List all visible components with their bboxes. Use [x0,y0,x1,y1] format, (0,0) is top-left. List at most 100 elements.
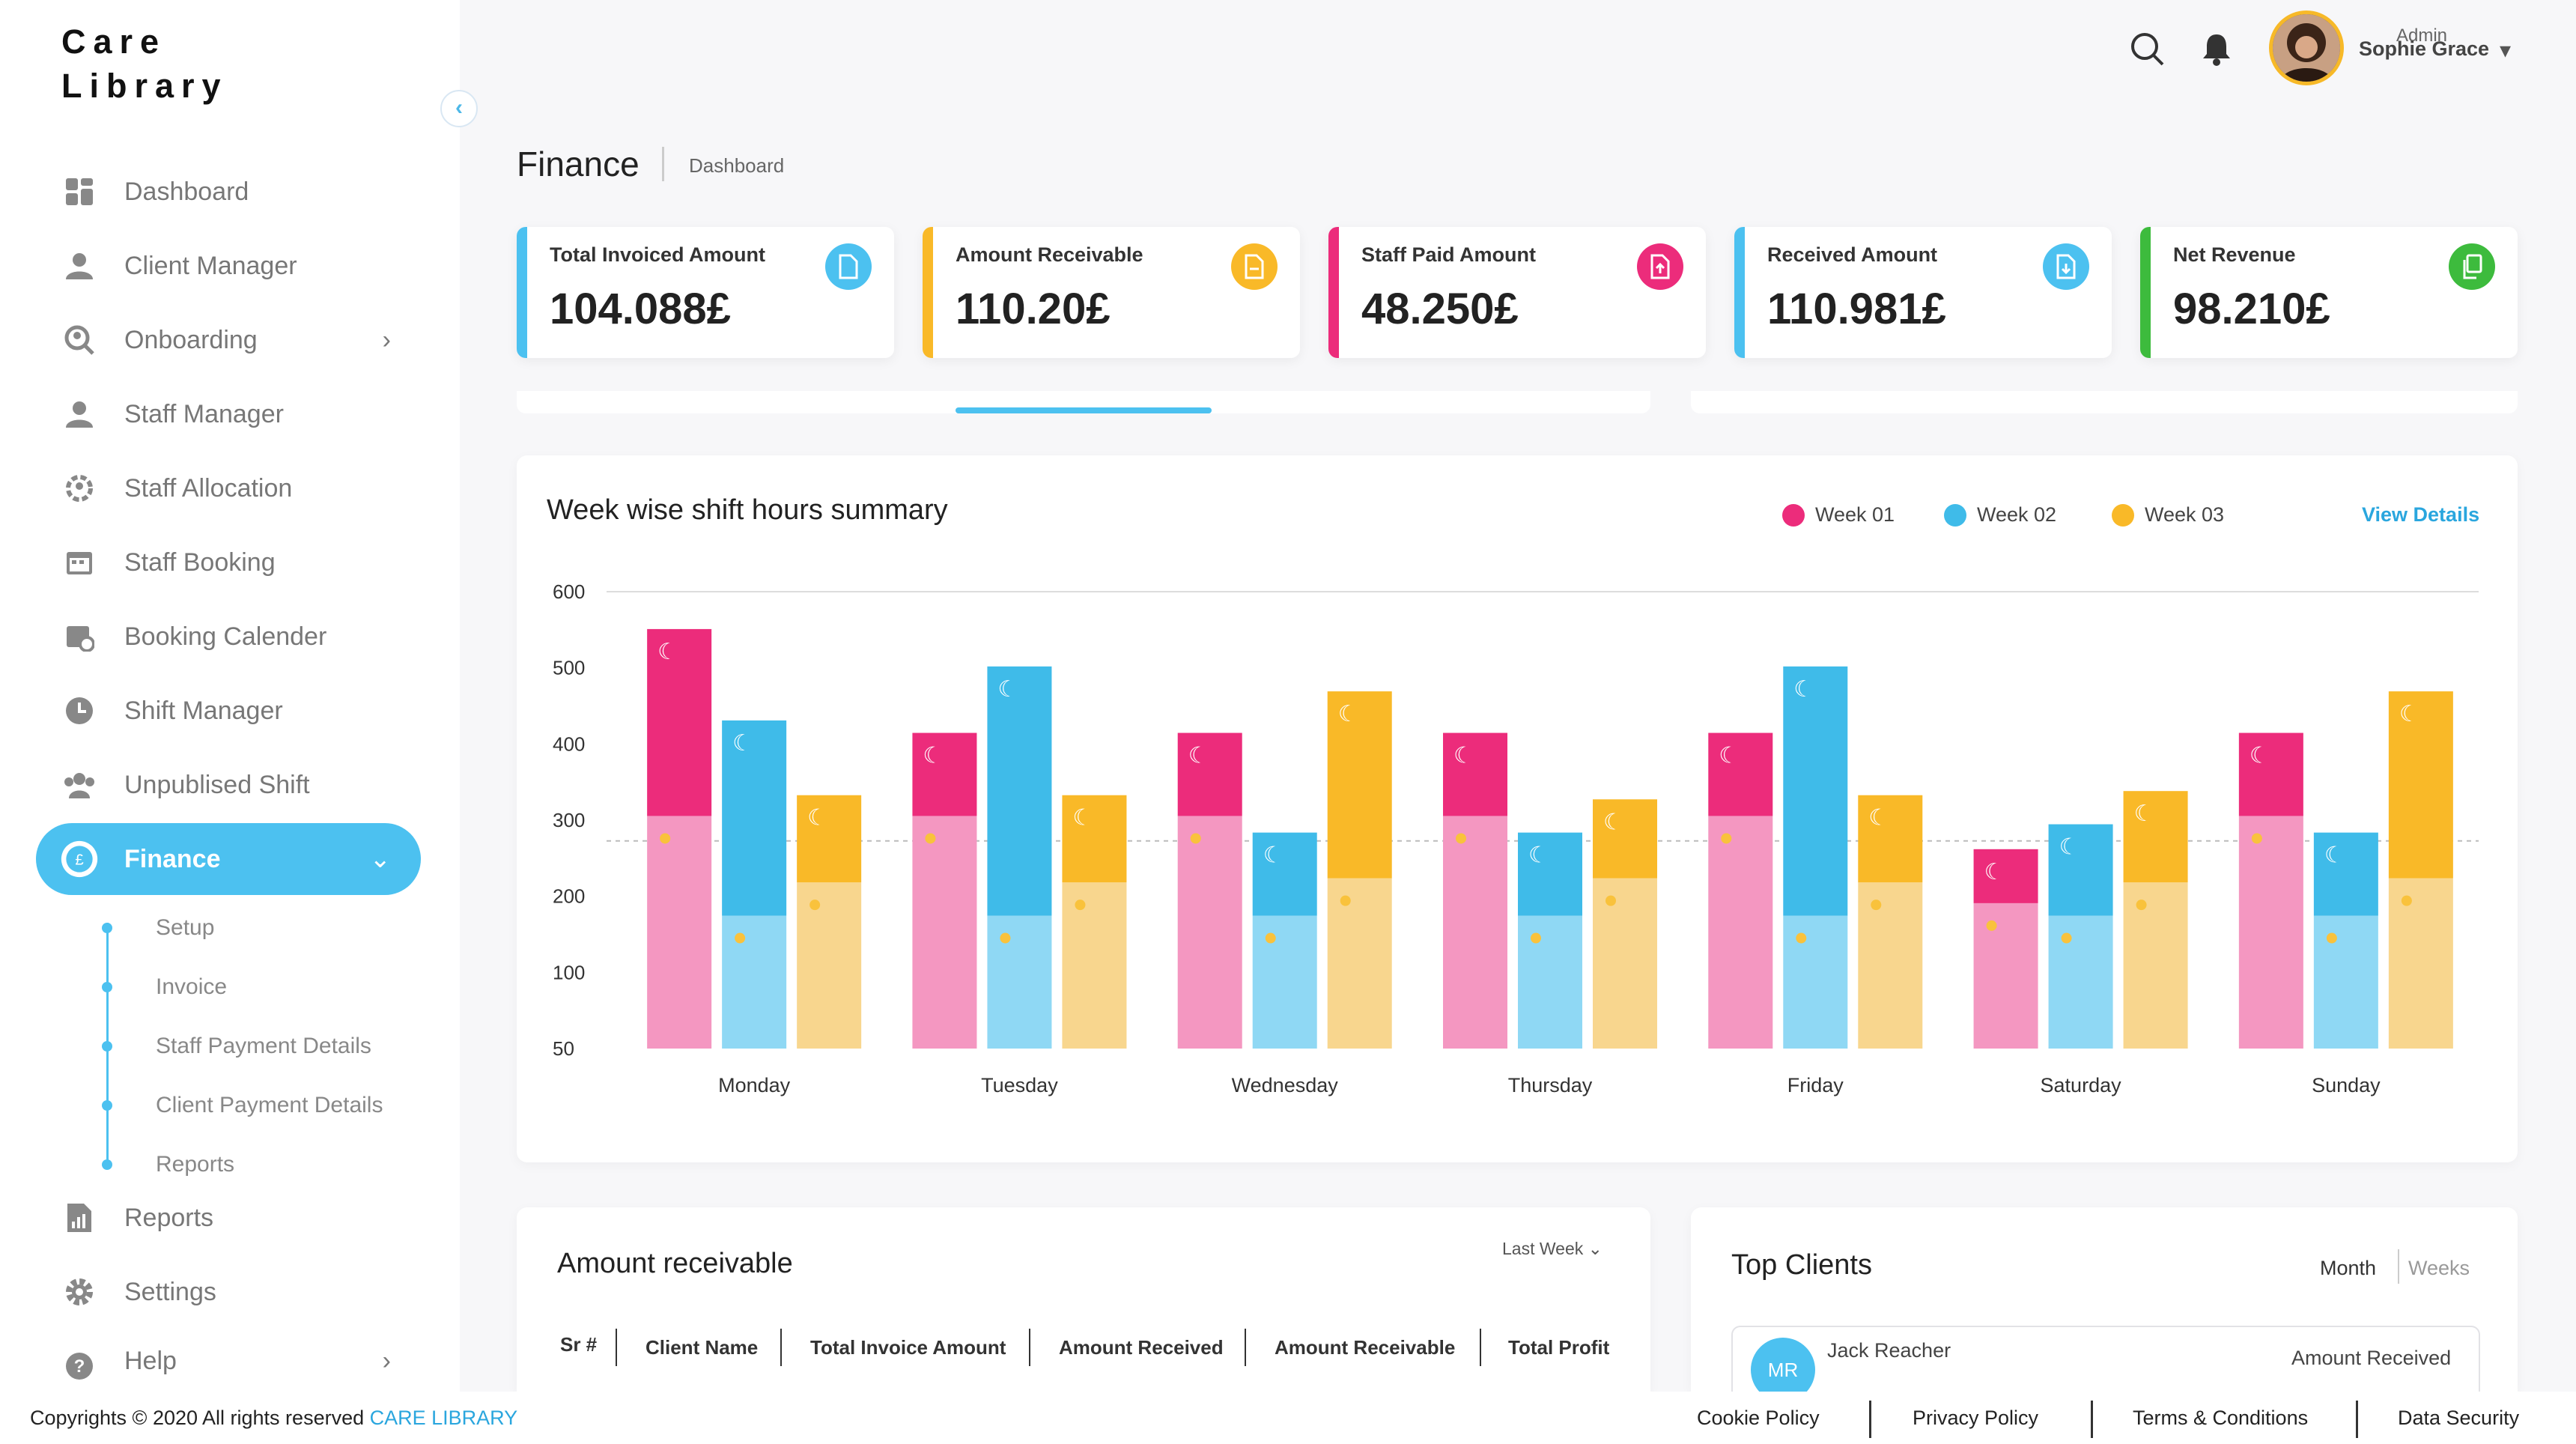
breadcrumb[interactable]: Dashboard [689,154,784,178]
gear-icon [60,1272,99,1311]
card-accent [517,227,527,358]
sidebar-subitem-client-payment-details[interactable]: Client Payment Details [102,1090,383,1120]
stat-card-staff-paid[interactable]: Staff Paid Amount 48.250£ [1328,227,1706,358]
sidebar-item-booking-calender[interactable]: Booking Calender [36,601,421,673]
bar-day-segment [1593,878,1657,1049]
sidebar-subitem-label: Reports [156,1152,235,1177]
avatar[interactable] [2269,10,2344,85]
bar-day-segment [647,816,712,1049]
sidebar-subitem-reports[interactable]: Reports [102,1150,234,1180]
tab-indicator[interactable] [956,407,1212,413]
moon-icon: ☾ [1603,809,1623,835]
y-tick-label: 600 [553,580,585,603]
user-name[interactable]: Sophie Grace [2359,37,2489,61]
bar-night-segment [1858,795,1923,883]
bar-day-segment [912,816,977,1049]
sidebar-item-reports[interactable]: Reports [36,1182,421,1254]
moon-icon: ☾ [1793,676,1814,703]
moon-icon: ☾ [1719,743,1739,769]
sidebar-item-dashboard[interactable]: Dashboard [36,156,421,228]
pound-coin-icon: £ [60,840,99,879]
column-header-amount-receivable: Amount Receivable [1275,1336,1456,1359]
bullet-dot [102,1159,112,1170]
footer-link-privacy-policy[interactable]: Privacy Policy [1913,1407,2038,1430]
sidebar-item-unpublised-shift[interactable]: Unpublised Shift [36,749,421,821]
moon-icon: ☾ [1338,701,1358,727]
column-divider [1480,1329,1481,1366]
tab-month[interactable]: Month [2320,1257,2376,1280]
sidebar-subitem-invoice[interactable]: Invoice [102,972,227,1002]
sun-icon [1456,833,1466,844]
client-avatar: MR [1751,1338,1815,1392]
sidebar-item-help[interactable]: ? Help › [36,1330,421,1392]
bar-day-segment [1252,915,1317,1049]
sidebar-item-client-manager[interactable]: Client Manager [36,230,421,302]
bullet-dot [102,1041,112,1052]
column-divider [780,1329,782,1366]
document-download-icon [2043,243,2089,290]
tab-weeks[interactable]: Weeks [2408,1257,2470,1280]
bar-day-segment [987,915,1052,1049]
sidebar-item-staff-allocation[interactable]: Staff Allocation [36,452,421,524]
bar-day-segment [1783,915,1848,1049]
legend-item-week-02[interactable]: Week 02 [1944,503,2056,527]
column-divider [1245,1329,1246,1366]
bar-night-segment [1783,666,1848,916]
collapse-sidebar-button[interactable]: ‹ [440,90,478,127]
brand-link[interactable]: CARE LIBRARY [370,1407,518,1429]
bar-night-segment [987,666,1052,916]
sidebar-item-settings[interactable]: Settings [36,1256,421,1328]
sidebar-item-staff-booking[interactable]: Staff Booking [36,527,421,598]
sun-icon [660,833,671,844]
document-minus-icon [1231,243,1278,290]
bar-night-segment [2238,732,2303,816]
stat-card-net-revenue[interactable]: Net Revenue 98.210£ [2140,227,2518,358]
sun-icon [2251,833,2262,844]
stat-value: 104.088£ [550,285,731,333]
period-filter-label: Last Week [1502,1239,1584,1258]
stat-card-amount-receivable[interactable]: Amount Receivable 110.20£ [923,227,1300,358]
sidebar-item-staff-manager[interactable]: Staff Manager [36,378,421,450]
legend-swatch [1782,503,1805,527]
user-search-icon [60,321,99,360]
sidebar-item-shift-manager[interactable]: Shift Manager [36,675,421,747]
sidebar-subitem-setup[interactable]: Setup [102,913,214,943]
sidebar-item-onboarding[interactable]: Onboarding › [36,304,421,376]
x-tick-label: Monday [718,1074,791,1096]
footer-link-cookie-policy[interactable]: Cookie Policy [1697,1407,1820,1430]
moon-icon: ☾ [1984,859,2005,885]
app-logo[interactable]: Care Library [61,19,228,108]
moon-icon: ☾ [1188,743,1209,769]
sidebar-item-label: Help [124,1347,177,1375]
bar-day-segment [1708,816,1773,1049]
y-tick-label: 300 [553,809,585,831]
search-icon[interactable] [2128,30,2167,69]
stat-card-total-invoiced[interactable]: Total Invoiced Amount 104.088£ [517,227,894,358]
bar-night-segment [1708,732,1773,816]
y-tick-label: 50 [553,1037,574,1060]
view-details-link[interactable]: View Details [2362,503,2479,527]
bar-night-segment [2388,691,2453,879]
user-icon [60,246,99,285]
bar-night-segment [1327,691,1392,879]
stat-card-received-amount[interactable]: Received Amount 110.981£ [1734,227,2112,358]
chevron-down-icon[interactable]: ▾ [2500,37,2511,64]
sun-icon [1531,932,1541,944]
legend-item-week-01[interactable]: Week 01 [1782,503,1895,527]
sidebar-subitem-staff-payment-details[interactable]: Staff Payment Details [102,1031,371,1061]
bar-day-segment [797,882,862,1049]
footer-link-terms[interactable]: Terms & Conditions [2133,1407,2308,1430]
bell-icon[interactable] [2197,30,2236,69]
period-filter[interactable]: Last Week ⌄ [1502,1239,1603,1259]
sidebar-item-finance[interactable]: £ Finance ⌄ [36,823,421,895]
bullet-dot [102,1100,112,1111]
moon-icon: ☾ [1528,843,1549,869]
x-tick-label: Saturday [2041,1074,2122,1096]
sun-icon [2401,895,2412,906]
legend-item-week-03[interactable]: Week 03 [2112,503,2224,527]
bar-night-segment [2313,832,2378,916]
footer-link-data-security[interactable]: Data Security [2398,1407,2519,1430]
client-row[interactable]: MR Jack Reacher Amount Received [1731,1326,2480,1392]
sun-icon [2136,900,2147,911]
chevron-right-icon: › [382,325,391,354]
